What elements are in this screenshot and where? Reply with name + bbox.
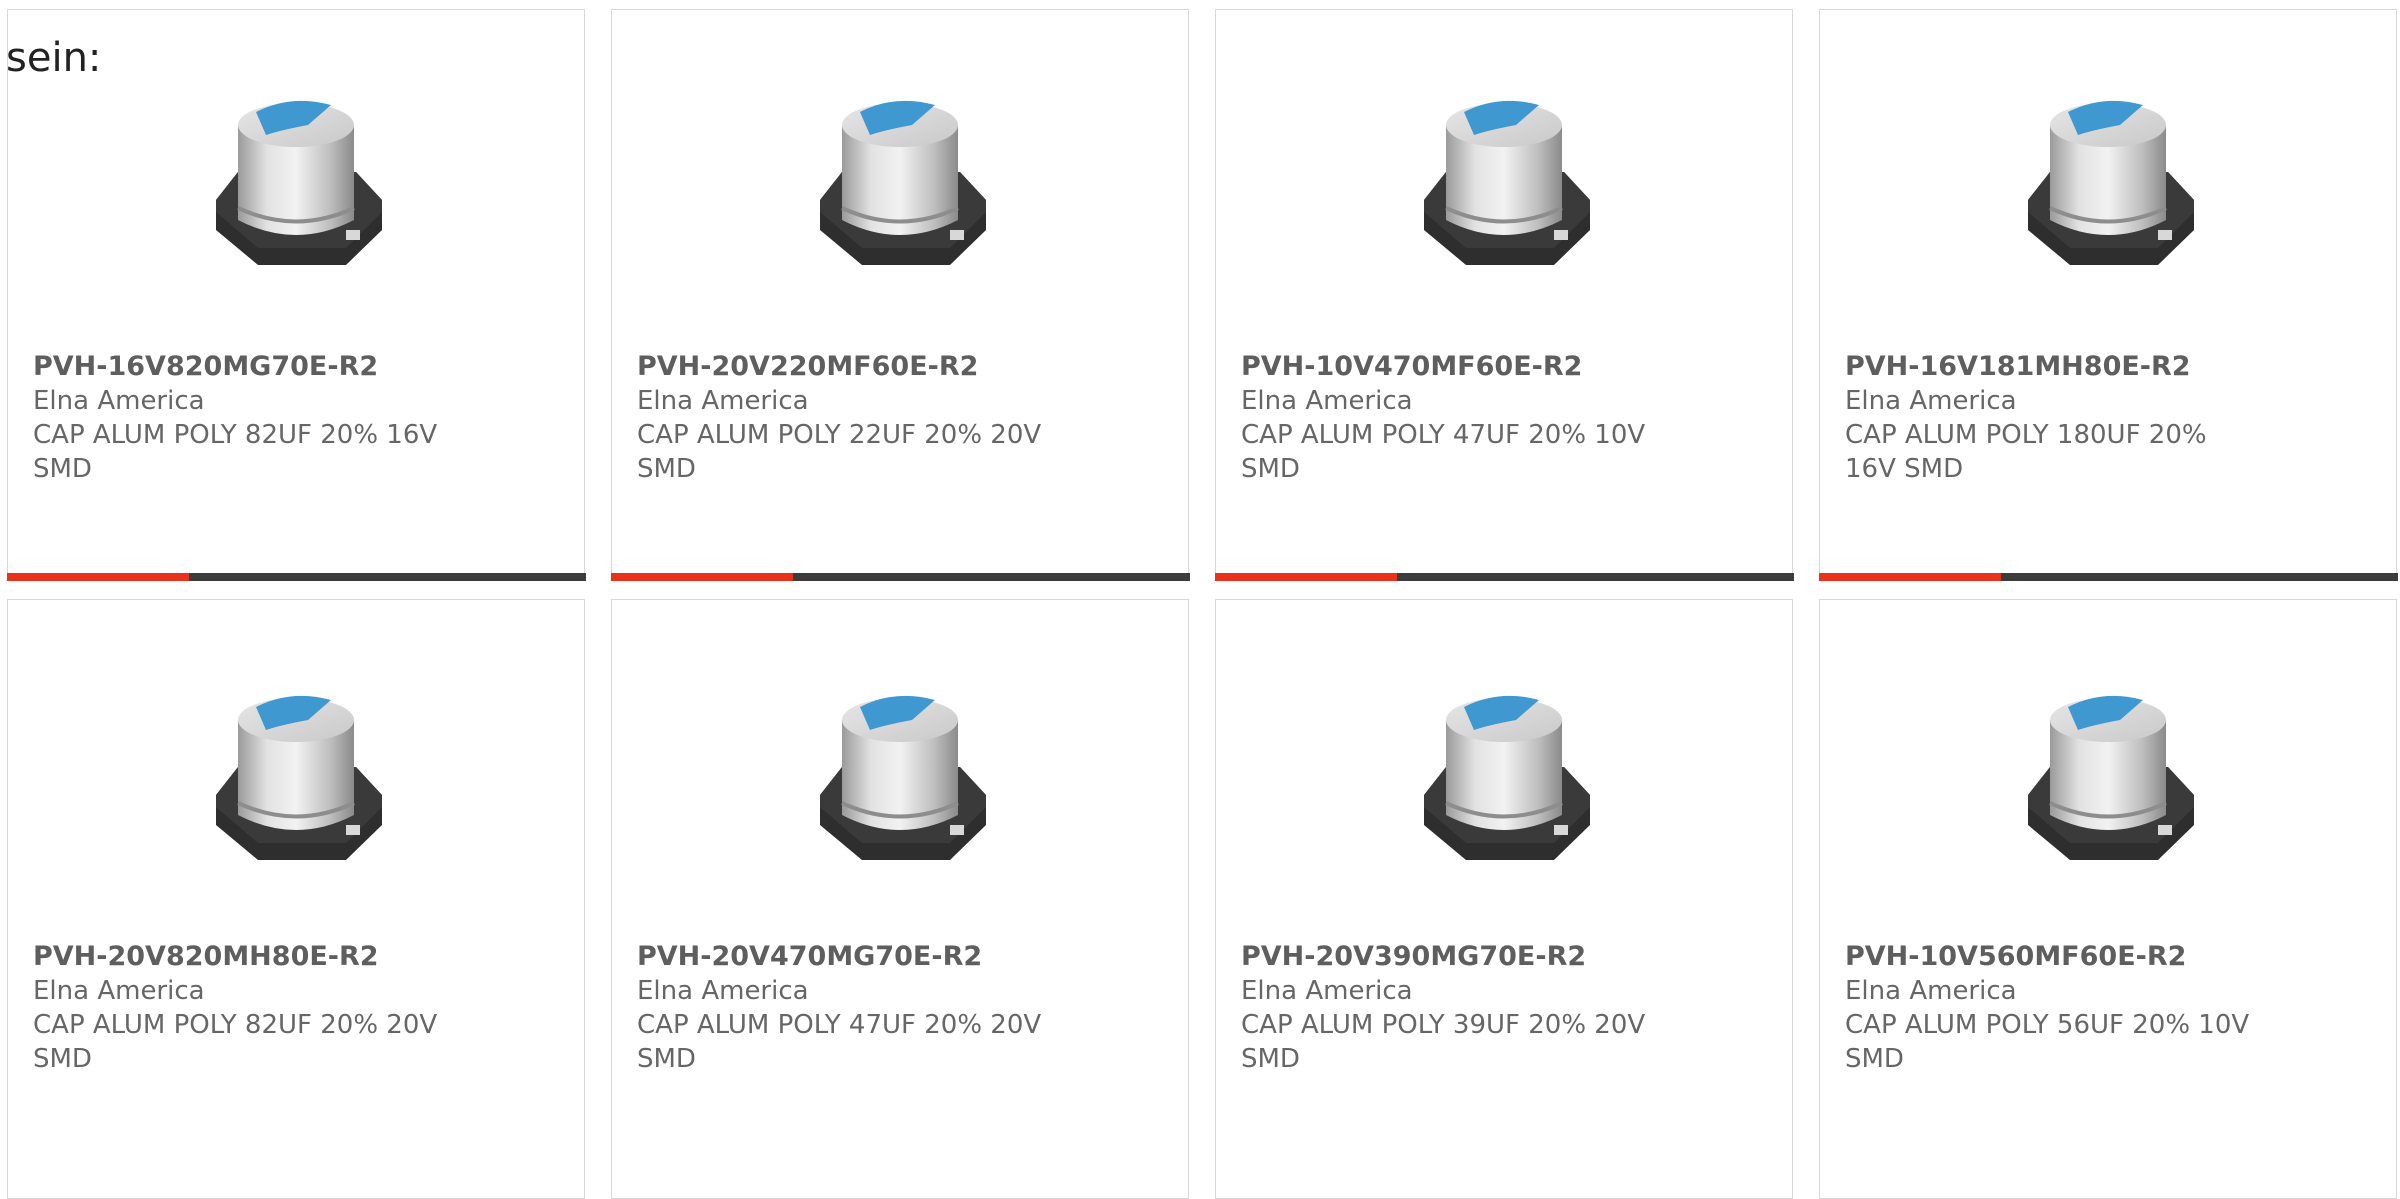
description: CAP ALUM POLY 47UF 20% 20V SMD	[637, 1010, 1042, 1074]
smd-capacitor-icon[interactable]	[2008, 80, 2208, 280]
part-number-link[interactable]: PVH-20V470MG70E-R2	[637, 940, 1168, 974]
card-footer-bar	[1214, 573, 1794, 581]
product-info: PVH-20V220MF60E-R2 Elna America CAP ALUM…	[637, 350, 1168, 486]
product-info: PVH-10V470MF60E-R2 Elna America CAP ALUM…	[1241, 350, 1772, 486]
part-number-link[interactable]: PVH-20V820MH80E-R2	[33, 940, 564, 974]
smd-capacitor-icon[interactable]	[196, 80, 396, 280]
smd-capacitor-icon[interactable]	[196, 675, 396, 875]
accent-segment	[610, 573, 793, 581]
part-number-link[interactable]: PVH-16V181MH80E-R2	[1845, 350, 2376, 384]
product-info: PVH-20V390MG70E-R2 Elna America CAP ALUM…	[1241, 940, 1772, 1076]
manufacturer: Elna America	[1845, 386, 2017, 416]
accent-segment	[1214, 573, 1397, 581]
card-footer-bar	[6, 573, 586, 581]
product-info: PVH-16V181MH80E-R2 Elna America CAP ALUM…	[1845, 350, 2376, 486]
description: CAP ALUM POLY 82UF 20% 20V SMD	[33, 1010, 438, 1074]
manufacturer: Elna America	[33, 386, 205, 416]
smd-capacitor-icon[interactable]	[1404, 80, 1604, 280]
product-info: PVH-10V560MF60E-R2 Elna America CAP ALUM…	[1845, 940, 2376, 1076]
description: CAP ALUM POLY 39UF 20% 20V SMD	[1241, 1010, 1646, 1074]
description: CAP ALUM POLY 180UF 20% 16V SMD	[1845, 420, 2207, 484]
description: CAP ALUM POLY 22UF 20% 20V SMD	[637, 420, 1042, 484]
smd-capacitor-icon[interactable]	[800, 80, 1000, 280]
smd-capacitor-icon[interactable]	[2008, 675, 2208, 875]
product-card[interactable]: PVH-16V820MG70E-R2 Elna America CAP ALUM…	[6, 9, 586, 581]
manufacturer: Elna America	[33, 976, 205, 1006]
manufacturer: Elna America	[1241, 386, 1413, 416]
product-card[interactable]: PVH-10V470MF60E-R2 Elna America CAP ALUM…	[1214, 9, 1794, 581]
part-number-link[interactable]: PVH-10V470MF60E-R2	[1241, 350, 1772, 384]
product-info: PVH-16V820MG70E-R2 Elna America CAP ALUM…	[33, 350, 564, 486]
accent-segment	[6, 573, 189, 581]
description: CAP ALUM POLY 56UF 20% 10V SMD	[1845, 1010, 2250, 1074]
manufacturer: Elna America	[1241, 976, 1413, 1006]
product-card[interactable]: PVH-16V181MH80E-R2 Elna America CAP ALUM…	[1818, 9, 2398, 581]
description: CAP ALUM POLY 47UF 20% 10V SMD	[1241, 420, 1646, 484]
smd-capacitor-icon[interactable]	[1404, 675, 1604, 875]
product-card[interactable]: PVH-20V390MG70E-R2 Elna America CAP ALUM…	[1215, 599, 1793, 1199]
accent-segment	[1818, 573, 2001, 581]
intro-text: sein:	[6, 35, 102, 81]
card-footer-bar	[1818, 573, 2398, 581]
description: CAP ALUM POLY 82UF 20% 16V SMD	[33, 420, 438, 484]
part-number-link[interactable]: PVH-20V390MG70E-R2	[1241, 940, 1772, 974]
product-card[interactable]: PVH-10V560MF60E-R2 Elna America CAP ALUM…	[1819, 599, 2397, 1199]
product-card[interactable]: PVH-20V220MF60E-R2 Elna America CAP ALUM…	[610, 9, 1190, 581]
manufacturer: Elna America	[1845, 976, 2017, 1006]
manufacturer: Elna America	[637, 976, 809, 1006]
product-info: PVH-20V820MH80E-R2 Elna America CAP ALUM…	[33, 940, 564, 1076]
smd-capacitor-icon[interactable]	[800, 675, 1000, 875]
part-number-link[interactable]: PVH-20V220MF60E-R2	[637, 350, 1168, 384]
product-info: PVH-20V470MG70E-R2 Elna America CAP ALUM…	[637, 940, 1168, 1076]
product-card[interactable]: PVH-20V470MG70E-R2 Elna America CAP ALUM…	[611, 599, 1189, 1199]
manufacturer: Elna America	[637, 386, 809, 416]
part-number-link[interactable]: PVH-16V820MG70E-R2	[33, 350, 564, 384]
product-card[interactable]: PVH-20V820MH80E-R2 Elna America CAP ALUM…	[7, 599, 585, 1199]
card-footer-bar	[610, 573, 1190, 581]
part-number-link[interactable]: PVH-10V560MF60E-R2	[1845, 940, 2376, 974]
